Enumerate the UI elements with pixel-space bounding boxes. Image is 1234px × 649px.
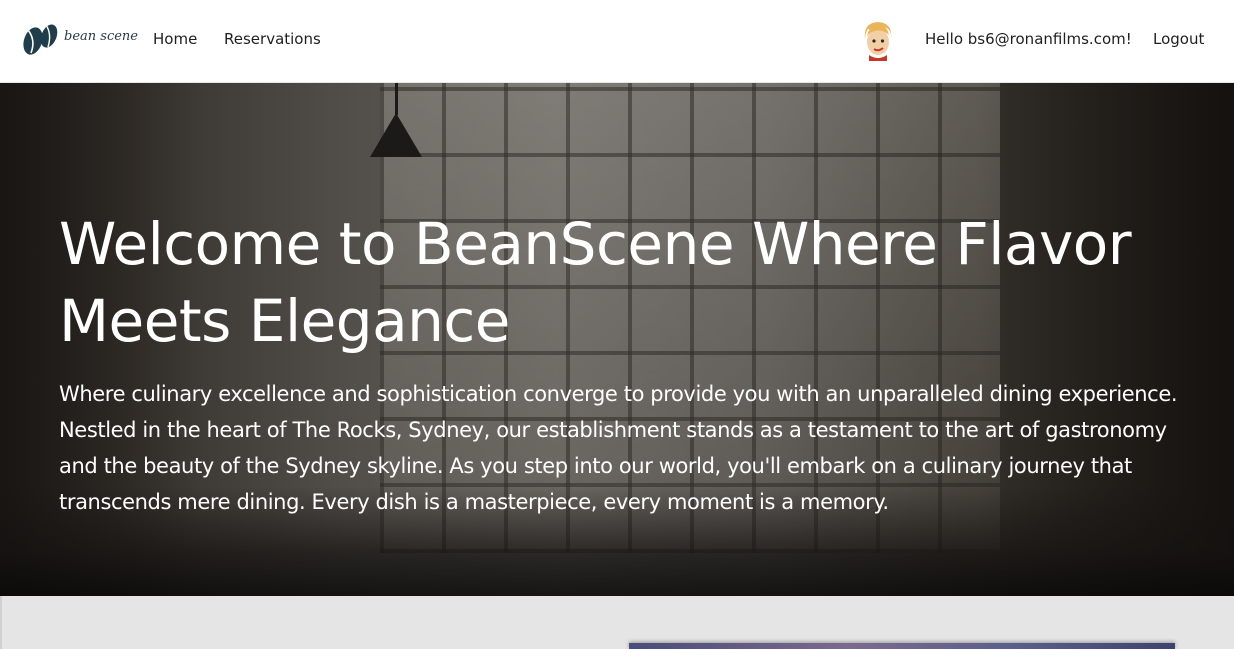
user-greeting: Hello bs6@ronanfilms.com! [925, 30, 1132, 48]
brand-logo-link[interactable]: bean scene [22, 22, 138, 56]
hero-section: Welcome to BeanScene Where Flavor Meets … [0, 83, 1234, 596]
top-navbar: bean scene Home Reservations Hello bs6@r… [0, 0, 1234, 83]
brand-name: bean scene [64, 28, 138, 44]
featured-image [629, 643, 1175, 649]
logout-link[interactable]: Logout [1153, 30, 1204, 48]
content-section [0, 596, 1234, 649]
hero-lamp [370, 113, 422, 157]
nav-link-reservations[interactable]: Reservations [224, 30, 321, 48]
coffee-beans-icon [23, 24, 58, 55]
user-avatar[interactable] [859, 19, 897, 61]
hero-description: Where culinary excellence and sophistica… [59, 382, 1178, 514]
nav-link-home[interactable]: Home [153, 30, 197, 48]
hero-lamp-cord [395, 83, 398, 115]
hero-title: Welcome to BeanScene Where Flavor Meets … [59, 210, 1132, 355]
